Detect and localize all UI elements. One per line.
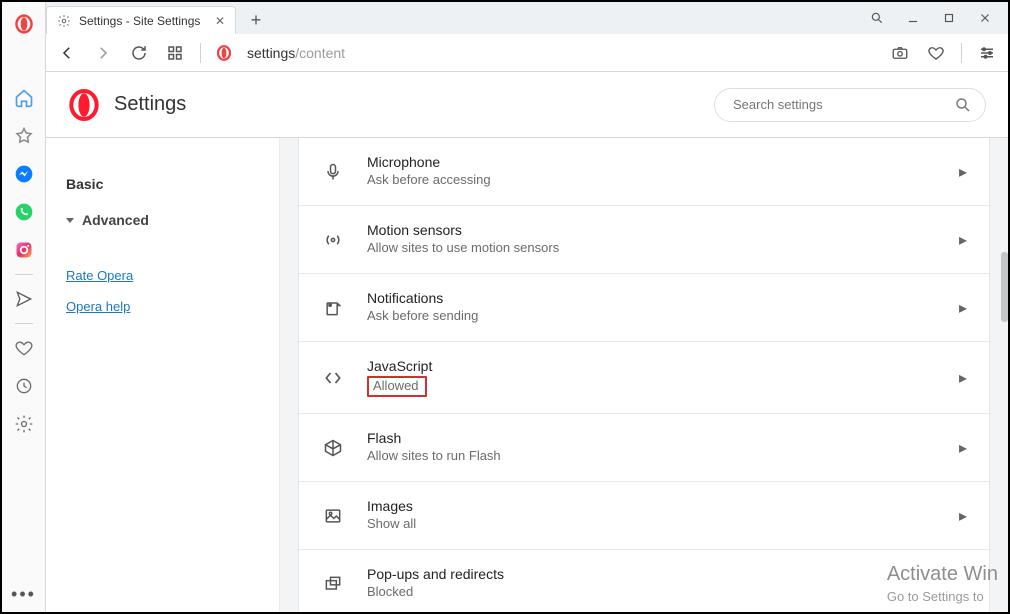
row-sub: Allow sites to use motion sensors	[367, 240, 559, 255]
row-javascript[interactable]: JavaScript Allowed ▸	[299, 341, 989, 413]
whatsapp-icon[interactable]	[2, 194, 46, 230]
nav-advanced-label: Advanced	[82, 212, 149, 228]
gear-icon	[57, 14, 71, 28]
motion-sensors-icon	[321, 230, 345, 250]
settings-gear-icon[interactable]	[2, 406, 46, 442]
row-title: JavaScript	[367, 358, 937, 374]
nav-basic[interactable]: Basic	[66, 166, 259, 202]
row-sub: Ask before accessing	[367, 172, 491, 187]
address-bar[interactable]: settings/content	[247, 45, 875, 61]
row-sub: Show all	[367, 516, 416, 531]
toolbar-separator	[200, 43, 201, 63]
opera-badge-icon	[215, 44, 233, 62]
close-window-button[interactable]	[968, 4, 1002, 32]
nav-advanced[interactable]: Advanced	[66, 202, 259, 238]
browser-tab[interactable]: Settings - Site Settings ✕	[46, 6, 236, 34]
reload-button[interactable]	[128, 42, 150, 64]
row-title: Pop-ups and redirects	[367, 566, 967, 582]
opera-logo-icon	[68, 89, 100, 121]
row-title: Microphone	[367, 154, 937, 170]
easy-setup-icon[interactable]	[976, 42, 998, 64]
row-title: Images	[367, 498, 937, 514]
settings-nav: Basic Advanced Rate Opera Opera help	[46, 138, 280, 612]
messenger-icon[interactable]	[2, 156, 46, 192]
toolbar-separator	[961, 43, 962, 63]
maximize-button[interactable]	[932, 4, 966, 32]
tab-title: Settings - Site Settings	[79, 14, 200, 28]
history-icon[interactable]	[2, 368, 46, 404]
rate-opera-link[interactable]: Rate Opera	[66, 260, 259, 291]
opera-logo-icon[interactable]	[2, 6, 46, 42]
row-microphone[interactable]: Microphone Ask before accessing ▸	[299, 138, 989, 205]
row-notifications[interactable]: Notifications Ask before sending ▸	[299, 273, 989, 341]
row-sub: Blocked	[367, 584, 413, 599]
window-controls	[860, 2, 1002, 34]
row-title: Motion sensors	[367, 222, 937, 238]
row-title: Flash	[367, 430, 937, 446]
site-settings-panel: Microphone Ask before accessing ▸ Motion …	[298, 138, 990, 612]
row-title: Notifications	[367, 290, 937, 306]
opera-help-link[interactable]: Opera help	[66, 291, 259, 322]
toolbar: settings/content	[2, 34, 1008, 72]
settings-main: Microphone Ask before accessing ▸ Motion …	[280, 138, 1008, 612]
back-button[interactable]	[56, 42, 78, 64]
chevron-right-icon: ▸	[959, 298, 967, 318]
new-tab-button[interactable]: +	[242, 6, 270, 34]
sidebar-separator	[15, 323, 33, 324]
chevron-right-icon: ▸	[959, 162, 967, 182]
scrollbar-thumb[interactable]	[1001, 252, 1008, 322]
search-window-icon[interactable]	[860, 4, 894, 32]
popups-icon	[321, 574, 345, 594]
row-motion-sensors[interactable]: Motion sensors Allow sites to use motion …	[299, 205, 989, 273]
minimize-button[interactable]	[896, 4, 930, 32]
search-icon	[954, 96, 972, 114]
heart-icon[interactable]	[2, 330, 46, 366]
home-icon[interactable]	[2, 80, 46, 116]
speed-dial-icon[interactable]	[164, 42, 186, 64]
tab-strip: Settings - Site Settings ✕ +	[2, 2, 1008, 34]
javascript-icon	[321, 368, 345, 388]
row-sub: Allow sites to run Flash	[367, 448, 501, 463]
heart-toolbar-icon[interactable]	[925, 42, 947, 64]
row-popups[interactable]: Pop-ups and redirects Blocked	[299, 549, 989, 612]
settings-body: Basic Advanced Rate Opera Opera help Mic…	[46, 138, 1008, 612]
notifications-icon	[321, 298, 345, 318]
row-sub: Ask before sending	[367, 308, 478, 323]
bookmark-star-icon[interactable]	[2, 118, 46, 154]
chevron-right-icon: ▸	[959, 438, 967, 458]
url-scheme: settings	[247, 45, 295, 61]
images-icon	[321, 506, 345, 526]
row-images[interactable]: Images Show all ▸	[299, 481, 989, 549]
row-sub: Allowed	[367, 376, 427, 397]
close-tab-icon[interactable]: ✕	[215, 14, 225, 28]
flash-icon	[321, 438, 345, 458]
more-icon[interactable]: •••	[2, 576, 46, 612]
url-path: /content	[295, 45, 345, 61]
row-flash[interactable]: Flash Allow sites to run Flash ▸	[299, 413, 989, 481]
instagram-icon[interactable]	[2, 232, 46, 268]
microphone-icon	[321, 162, 345, 182]
browser-window: ••• Settings - Site Settings ✕ + setting…	[0, 0, 1010, 614]
content-area: Settings Basic Advanced Rate Opera Opera…	[2, 72, 1008, 612]
settings-header: Settings	[46, 72, 1008, 138]
page-title: Settings	[114, 93, 186, 116]
forward-button[interactable]	[92, 42, 114, 64]
app-sidebar: •••	[2, 2, 46, 612]
chevron-right-icon: ▸	[959, 368, 967, 388]
sidebar-separator	[15, 274, 33, 275]
chevron-right-icon: ▸	[959, 506, 967, 526]
search-settings	[714, 88, 986, 122]
send-icon[interactable]	[2, 281, 46, 317]
chevron-right-icon: ▸	[959, 230, 967, 250]
snapshot-icon[interactable]	[889, 42, 911, 64]
search-input[interactable]	[714, 88, 986, 122]
